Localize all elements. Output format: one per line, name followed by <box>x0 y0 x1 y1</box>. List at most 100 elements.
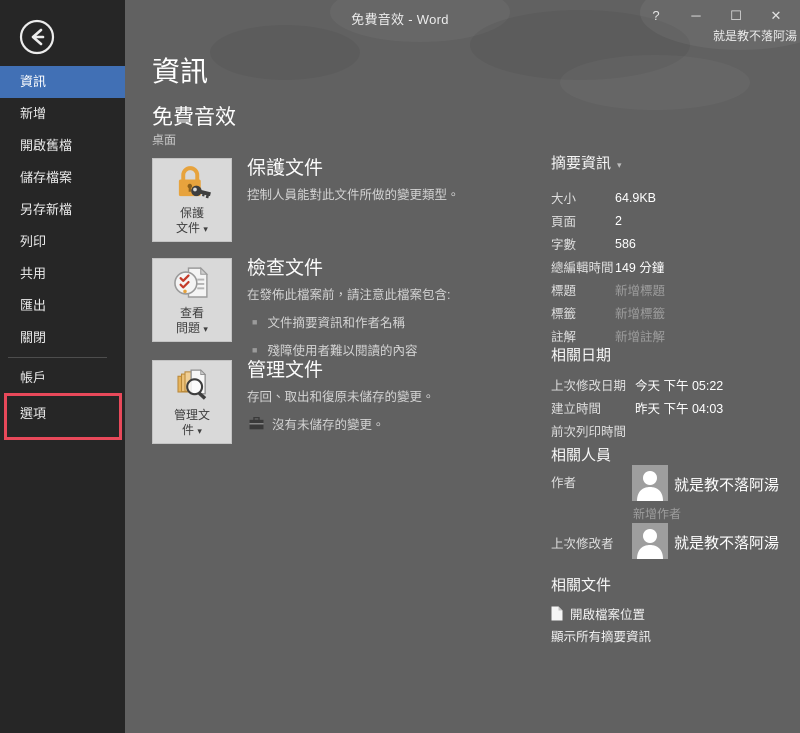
add-tags-field[interactable]: 新增標籤 <box>615 303 665 322</box>
sidebar-item-save-as[interactable]: 另存新檔 <box>0 194 125 226</box>
protect-document-text: 保護文件 控制人員能對此文件所做的變更類型。 <box>247 158 527 203</box>
sidebar-item-account[interactable]: 帳戶 <box>0 362 125 394</box>
inspect-document-description: 在發佈此檔案前，請注意此檔案包含: <box>247 288 451 302</box>
sidebar-item-export[interactable]: 匯出 <box>0 290 125 322</box>
document-location: 桌面 <box>152 133 177 147</box>
modifier-avatar[interactable] <box>632 523 668 559</box>
key-shape <box>191 185 211 199</box>
maximize-button[interactable]: ☐ <box>716 3 756 29</box>
related-documents-header: 相關文件 <box>551 577 612 594</box>
sidebar-item-new[interactable]: 新增 <box>0 98 125 130</box>
related-people-panel: 相關人員 作者 就是教不落阿湯 新增作者 上次修改者 就是教不落阿湯 <box>551 444 797 569</box>
person-icon <box>637 471 663 501</box>
inspect-document-icon <box>174 266 209 298</box>
options-highlight-box <box>4 393 122 440</box>
property-row-tags: 標籤 新增標籤 <box>551 301 795 324</box>
manage-document-section: 管理文 件 ▾ 管理文件 存回、取出和復原未儲存的變更。 沒有未儲存的變更。 <box>152 360 527 444</box>
sidebar-item-open[interactable]: 開啟舊檔 <box>0 130 125 162</box>
protect-document-description: 控制人員能對此文件所做的變更類型。 <box>247 188 460 202</box>
date-rows: 上次修改日期 今天 下午 05:22 建立時間 昨天 下午 04:03 前次列印… <box>551 373 795 442</box>
add-comments-field[interactable]: 新增註解 <box>615 326 665 345</box>
add-author-field[interactable]: 新增作者 <box>633 505 681 522</box>
check-issues-button-label: 查看 問題 ▾ <box>176 306 208 335</box>
show-all-properties-link[interactable]: 顯示所有摘要資訊 <box>551 626 651 645</box>
dropdown-caret-icon: ▾ <box>617 160 622 170</box>
briefcase-icon <box>249 417 264 430</box>
bullet-square-icon: ■ <box>252 316 258 327</box>
inspect-document-section: 查看 問題 ▾ 檢查文件 在發佈此檔案前，請注意此檔案包含: ■ 文件摘要資訊和… <box>152 258 527 359</box>
property-row-title: 標題 新增標題 <box>551 278 795 301</box>
manage-document-heading: 管理文件 <box>247 360 324 381</box>
back-arrow-icon <box>19 19 55 55</box>
account-user-name[interactable]: 就是教不落阿湯 <box>713 27 797 44</box>
author-avatar[interactable] <box>632 465 668 501</box>
date-row-modified: 上次修改日期 今天 下午 05:22 <box>551 373 795 396</box>
manage-document-description: 存回、取出和復原未儲存的變更。 <box>247 390 435 404</box>
modified-date-value: 今天 下午 05:22 <box>635 379 724 393</box>
properties-rows: 大小 64.9KB 頁面 2 字數 586 總編輯時間 149 分鐘 標題 新增… <box>551 186 795 347</box>
lock-key-icon <box>178 166 211 199</box>
properties-panel: 摘要資訊 ▾ 大小 64.9KB 頁面 2 字數 586 總編輯時間 149 分鐘… <box>551 152 795 347</box>
manage-document-button-label: 管理文 件 ▾ <box>173 408 210 437</box>
last-modified-by-label: 上次修改者 <box>551 537 614 551</box>
cloud-decoration <box>210 25 360 80</box>
person-icon <box>637 529 663 559</box>
manage-document-button[interactable]: 管理文 件 ▾ <box>152 360 232 444</box>
manage-document-text: 管理文件 存回、取出和復原未儲存的變更。 沒有未儲存的變更。 <box>247 360 527 433</box>
sidebar-divider <box>8 357 107 358</box>
inspect-bullet-1: ■ 文件摘要資訊和作者名稱 <box>252 316 405 330</box>
created-date-value: 昨天 下午 04:03 <box>635 402 724 416</box>
close-button[interactable]: ✕ <box>756 3 796 29</box>
author-name[interactable]: 就是教不落阿湯 <box>674 474 779 495</box>
protect-document-button[interactable]: 保護 文件 ▾ <box>152 158 232 242</box>
no-unsaved-changes-row: 沒有未儲存的變更。 <box>247 414 527 433</box>
protect-button-label: 保護 文件 ▾ <box>176 206 208 235</box>
sidebar-item-close[interactable]: 關閉 <box>0 322 125 354</box>
open-file-location-link[interactable]: 開啟檔案位置 <box>551 604 795 623</box>
minimize-button[interactable]: ─ <box>676 3 716 29</box>
protect-document-heading: 保護文件 <box>247 158 324 179</box>
property-row-words: 字數 586 <box>551 236 636 253</box>
dropdown-caret-icon: ▾ <box>203 324 208 334</box>
bullet-square-icon: ■ <box>252 344 258 355</box>
sidebar-item-print[interactable]: 列印 <box>0 226 125 258</box>
check-for-issues-button[interactable]: 查看 問題 ▾ <box>152 258 232 342</box>
author-label: 作者 <box>551 476 577 490</box>
date-row-printed: 前次列印時間 <box>551 425 627 439</box>
manage-document-icon <box>177 369 207 400</box>
cloud-decoration <box>560 55 750 110</box>
inspect-document-text: 檢查文件 在發佈此檔案前，請注意此檔案包含: ■ 文件摘要資訊和作者名稱 ■ 殘… <box>247 258 527 359</box>
dropdown-caret-icon: ▾ <box>197 426 202 436</box>
document-icon <box>551 606 563 621</box>
modifier-name[interactable]: 就是教不落阿湯 <box>674 532 779 553</box>
date-row-created: 建立時間 昨天 下午 04:03 <box>551 396 795 419</box>
backstage-sidebar: 資訊 新增 開啟舊檔 儲存檔案 另存新檔 列印 共用 匯出 關閉 帳戶 選項 <box>0 0 125 733</box>
property-row-pages: 頁面 2 <box>551 213 622 230</box>
word-backstage-window: 免費音效 - Word ? ─ ☐ ✕ 就是教不落阿湯 資訊 新增 開啟舊檔 儲… <box>0 0 800 733</box>
sidebar-nav: 資訊 新增 開啟舊檔 儲存檔案 另存新檔 列印 共用 匯出 關閉 <box>0 66 125 354</box>
property-row-size: 大小 64.9KB <box>551 190 657 207</box>
dropdown-caret-icon: ▾ <box>203 224 208 234</box>
protect-document-section: 保護 文件 ▾ 保護文件 控制人員能對此文件所做的變更類型。 <box>152 158 527 242</box>
related-people-header: 相關人員 <box>551 447 612 464</box>
sidebar-item-save[interactable]: 儲存檔案 <box>0 162 125 194</box>
words-value: 586 <box>615 236 636 251</box>
size-value: 64.9KB <box>615 190 657 205</box>
help-button[interactable]: ? <box>636 3 676 29</box>
page-title: 資訊 <box>152 56 209 87</box>
inspect-bullet-2: ■ 殘障使用者難以閱讀的內容 <box>252 344 418 358</box>
inspect-document-heading: 檢查文件 <box>247 258 324 279</box>
related-documents-panel: 相關文件 開啟檔案位置 <box>551 574 795 623</box>
add-title-field[interactable]: 新增標題 <box>615 280 665 299</box>
related-dates-header: 相關日期 <box>551 347 612 364</box>
pages-value: 2 <box>615 213 622 228</box>
properties-header[interactable]: 摘要資訊 <box>551 155 611 172</box>
property-row-editing-time: 總編輯時間 149 分鐘 <box>551 255 795 278</box>
editing-time-value: 149 分鐘 <box>615 261 665 275</box>
window-controls: ? ─ ☐ ✕ <box>636 3 796 29</box>
related-dates-panel: 相關日期 上次修改日期 今天 下午 05:22 建立時間 昨天 下午 04:03… <box>551 344 795 442</box>
back-button[interactable] <box>19 19 55 55</box>
sidebar-item-info[interactable]: 資訊 <box>0 66 125 98</box>
document-title: 免費音效 <box>152 106 236 129</box>
sidebar-item-share[interactable]: 共用 <box>0 258 125 290</box>
